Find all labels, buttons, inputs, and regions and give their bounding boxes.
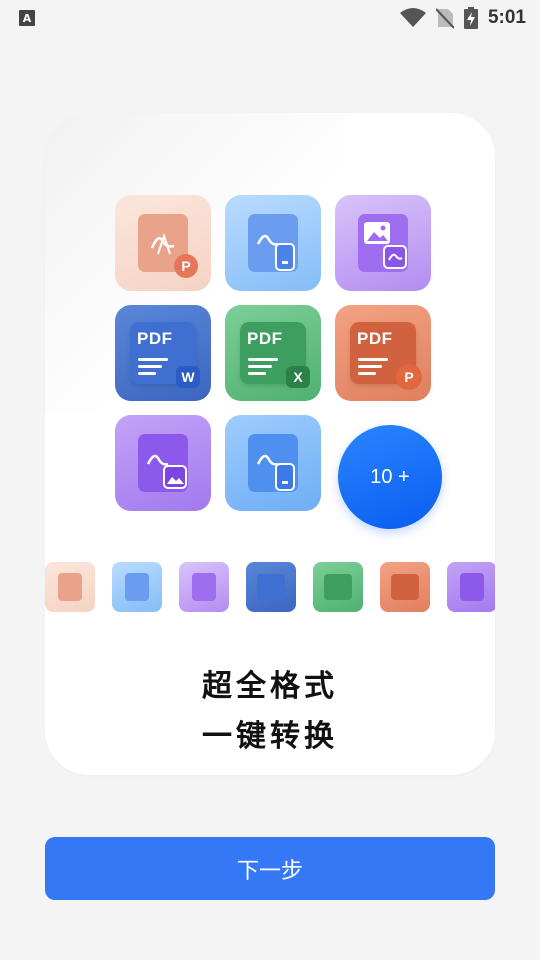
- ppt-badge: P: [174, 254, 198, 278]
- status-bar: A 5:01: [0, 0, 540, 36]
- headline-line1: 超全格式: [202, 669, 338, 704]
- ppt-badge: P: [396, 364, 422, 390]
- pdf-image-icon: [138, 434, 188, 492]
- word-badge: W: [176, 366, 200, 388]
- pdf-word-icon: PDF W: [130, 322, 200, 388]
- pdf-to-phone-tile: [225, 195, 321, 291]
- pdf-to-word-tile: PDF W: [115, 305, 211, 401]
- pdf-ppt-icon: PDF P: [350, 322, 422, 390]
- app-notification-icon: A: [19, 10, 35, 26]
- excel-badge: X: [286, 366, 310, 388]
- mini-pdf-ppt-icon: [45, 562, 95, 612]
- mini-pdf-word-icon: [246, 562, 296, 612]
- mini-pdf-image-icon: [447, 562, 495, 612]
- image-to-pdf-tile: [335, 195, 431, 291]
- mini-image-pdf-icon: [179, 562, 229, 612]
- wifi-icon: [399, 8, 426, 27]
- pdf-excel-icon: PDF X: [240, 322, 310, 388]
- clock: 5:01: [487, 7, 526, 28]
- pdf-mobile-icon: [248, 434, 298, 492]
- pdf-to-excel-tile: PDF X: [225, 305, 321, 401]
- pdf-to-mobile-tile: [225, 415, 321, 511]
- more-formats-badge[interactable]: 10 +: [338, 425, 442, 529]
- mini-pdf-mobile-icon: [112, 562, 162, 612]
- mini-pdf-excel-icon: [313, 562, 363, 612]
- feature-card: P PDF W PDF X PDF P 10 + 超全格式 一键转换: [45, 113, 495, 775]
- battery-charging-icon: [463, 7, 478, 29]
- mini-pdf-ppt-icon: [380, 562, 430, 612]
- pdf-to-ppt-orange-tile: PDF P: [335, 305, 431, 401]
- pdf-to-ppt-tile: P: [115, 195, 211, 291]
- next-button[interactable]: 下一步: [45, 837, 495, 900]
- pdf-file-icon: P: [138, 214, 198, 278]
- image-pdf-icon: [358, 214, 408, 272]
- headline-line2: 一键转换: [202, 719, 338, 754]
- no-sim-icon: [435, 8, 454, 29]
- pdf-mobile-icon: [248, 214, 298, 272]
- pdf-to-image-tile: [115, 415, 211, 511]
- status-icons: 5:01: [399, 6, 526, 30]
